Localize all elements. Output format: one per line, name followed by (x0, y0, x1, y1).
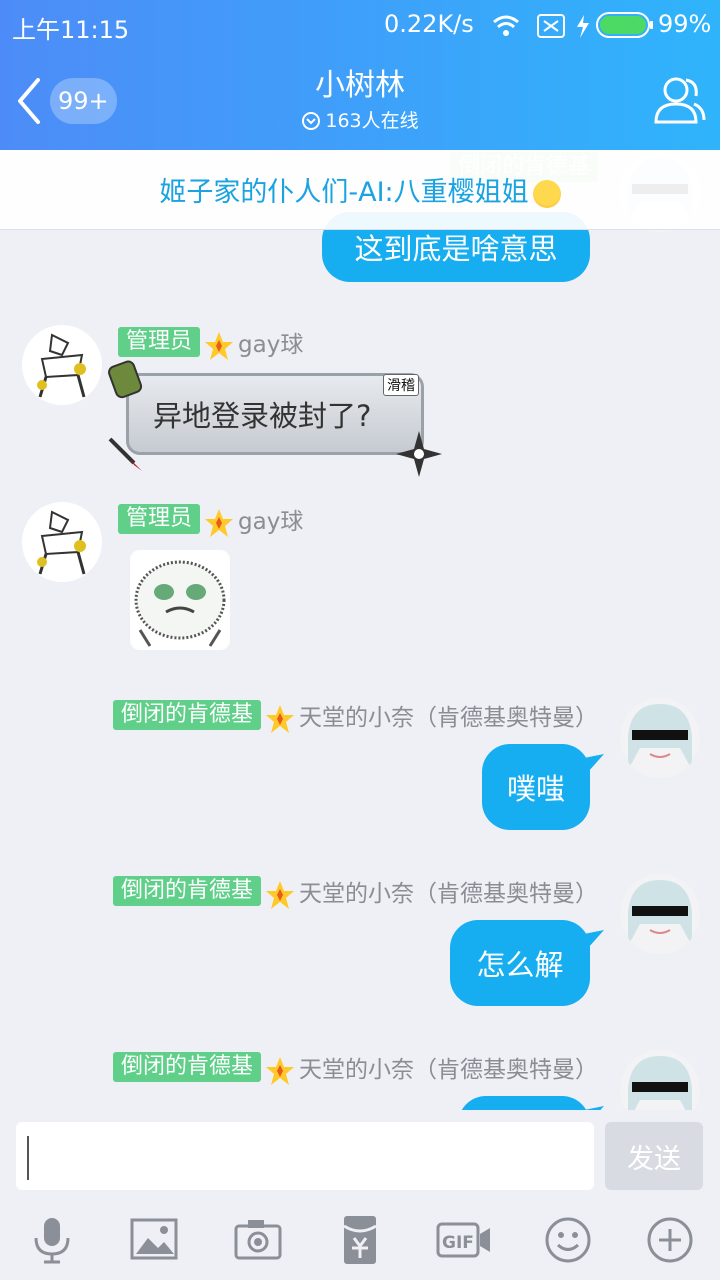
robot-mecha-avatar-icon (22, 325, 102, 405)
anime-girl-avatar-icon (620, 874, 700, 954)
sender-name: 天堂的小奈（肯德基奥特曼） (299, 1057, 598, 1083)
star-icon (205, 332, 234, 360)
camera-icon[interactable] (232, 1214, 284, 1266)
scroll-decoration-icon (108, 360, 143, 399)
kunai-icon (108, 437, 142, 471)
message-row: 管理员 gay球 异地登录被封了? 滑稽 (0, 325, 720, 477)
message-input[interactable] (16, 1122, 594, 1190)
heart-eyes-emoji-icon (532, 179, 561, 208)
star-icon (266, 881, 294, 909)
message-text: 噗嗤 (506, 772, 565, 806)
avatar[interactable] (22, 502, 102, 582)
members-button[interactable] (650, 74, 706, 126)
gif-icon[interactable]: GIF (436, 1214, 492, 1266)
pinned-text: 姬子家的仆人们-AI:八重樱姐姐 (159, 177, 529, 208)
message-text: 这到底是啥意思 (354, 232, 558, 266)
status-bar: 上午11:15 0.22K/s 99% (0, 0, 720, 50)
message-text: 怎么解 (476, 948, 564, 982)
avatar[interactable] (620, 698, 700, 778)
bubble-tail (584, 930, 604, 948)
status-icons (493, 14, 589, 38)
online-count: 163人在线 (325, 110, 419, 132)
back-button[interactable]: 99+ (10, 74, 120, 128)
chat-header: 上午11:15 0.22K/s 99% 99+ 小树林 163人在线 (0, 0, 720, 150)
sender-line: 倒闭的肯德基 天堂的小奈（肯德基奥特曼） (112, 698, 598, 733)
input-bar: 发送 (0, 1110, 720, 1200)
role-tag: 管理员 (118, 327, 201, 357)
sender-line: 倒闭的肯德基 天堂的小奈（肯德基奥特曼） (112, 1050, 598, 1085)
sender-line: 管理员 gay球 (118, 502, 304, 537)
back-arrow-icon (18, 78, 40, 124)
robot-mecha-avatar-icon (22, 502, 102, 582)
anime-girl-avatar-icon (620, 698, 700, 778)
star-icon (205, 509, 234, 537)
pinned-announcement[interactable]: 姬子家的仆人们-AI:八重樱姐姐 (0, 150, 720, 230)
message-row: 倒闭的肯德基 天堂的小奈（肯德基奥特曼） 噗嗤 (0, 698, 720, 838)
panda-meme-sticker-icon (134, 560, 226, 647)
star-icon (266, 705, 294, 733)
message-bubble[interactable]: 异地登录被封了? 滑稽 (126, 373, 424, 455)
image-icon[interactable] (128, 1214, 180, 1266)
message-bubble[interactable]: 噗嗤 (482, 744, 590, 830)
online-status: 163人在线 (200, 106, 520, 136)
mic-icon[interactable] (26, 1214, 78, 1266)
bubble-tail (584, 754, 604, 772)
sender-name: 天堂的小奈（肯德基奥特曼） (299, 705, 598, 731)
sender-name: gay球 (238, 509, 304, 535)
chevron-circle-icon (302, 112, 321, 130)
emoji-icon[interactable] (542, 1214, 594, 1266)
avatar[interactable] (22, 325, 102, 405)
bubble-sticker-tag: 滑稽 (383, 374, 419, 396)
star-icon (266, 1057, 294, 1085)
sender-name: gay球 (238, 332, 304, 358)
red-packet-icon[interactable] (334, 1214, 386, 1266)
sender-name: 天堂的小奈（肯德基奥特曼） (299, 881, 598, 907)
role-tag: 管理员 (118, 504, 201, 534)
role-tag: 倒闭的肯德基 (112, 700, 261, 730)
text-caret (27, 1136, 29, 1180)
role-tag: 倒闭的肯德基 (112, 876, 261, 906)
status-time: 上午11:15 (12, 16, 130, 44)
message-row: 倒闭的肯德基 天堂的小奈（肯德基奥特曼） 怎么解 (0, 874, 720, 1014)
group-title: 小树林 (315, 68, 405, 103)
group-members-icon (654, 77, 706, 124)
avatar[interactable] (620, 874, 700, 954)
battery-percent: 99% (658, 10, 712, 38)
message-list[interactable]: 倒闭的肯德基 这到底是啥意思 管理员 (0, 150, 720, 1120)
message-row: 管理员 gay球 (0, 502, 720, 662)
message-text: 异地登录被封了? (153, 399, 372, 433)
unread-badge: 99+ (50, 78, 117, 124)
plus-icon[interactable] (644, 1214, 696, 1266)
input-toolbar: GIF (0, 1200, 720, 1280)
role-tag: 倒闭的肯德基 (112, 1052, 261, 1082)
shuriken-icon (396, 431, 442, 477)
sender-line: 倒闭的肯德基 天堂的小奈（肯德基奥特曼） (112, 874, 598, 909)
send-button[interactable]: 发送 (605, 1122, 703, 1190)
battery-icon (596, 12, 653, 38)
title-area[interactable]: 小树林 163人在线 (200, 66, 520, 136)
message-bubble[interactable]: 怎么解 (450, 920, 590, 1006)
svg-text:GIF: GIF (442, 1233, 474, 1253)
network-speed: 0.22K/s (384, 10, 474, 38)
sticker-image[interactable] (130, 550, 230, 650)
sender-line: 管理员 gay球 (118, 325, 304, 360)
